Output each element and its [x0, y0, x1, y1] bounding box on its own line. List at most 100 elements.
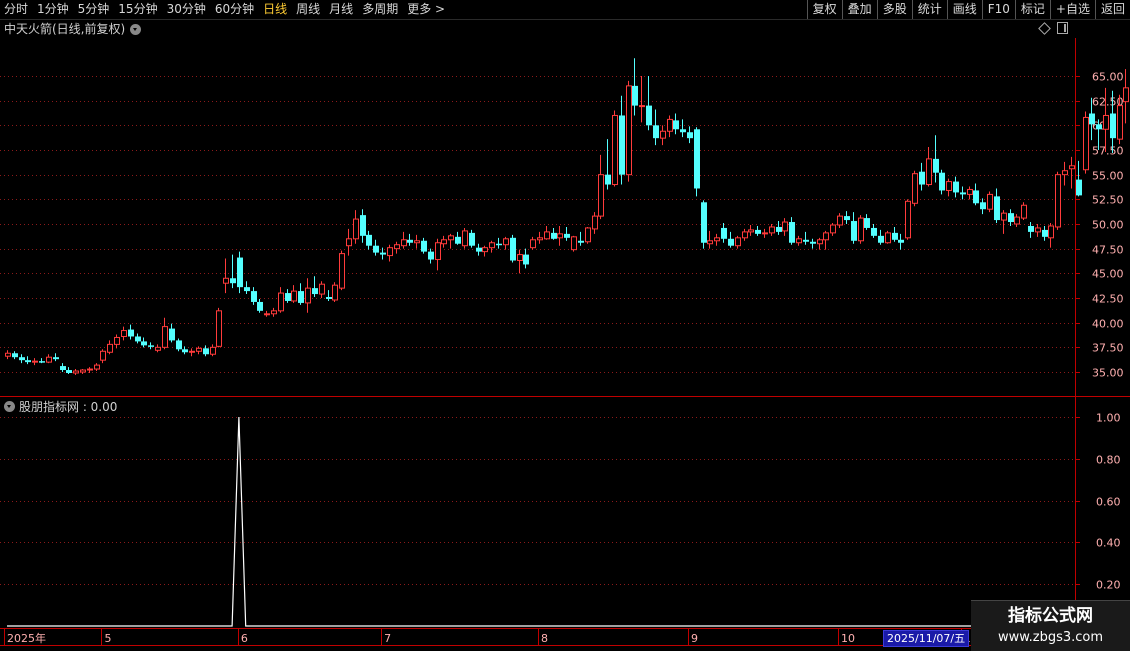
candle[interactable] [476, 243, 482, 256]
candle[interactable] [312, 276, 318, 298]
candle[interactable] [1083, 111, 1089, 174]
candle[interactable] [1021, 202, 1027, 221]
candle[interactable] [332, 282, 338, 302]
candle[interactable] [257, 298, 263, 313]
candle[interactable] [210, 344, 216, 357]
candle[interactable] [605, 139, 611, 190]
candle[interactable] [60, 363, 66, 372]
candle[interactable] [851, 212, 857, 244]
candle[interactable] [735, 235, 741, 249]
candle[interactable] [994, 188, 1000, 224]
candle[interactable] [510, 234, 516, 263]
candle[interactable] [755, 225, 761, 236]
candle[interactable] [571, 235, 577, 252]
candle[interactable] [19, 354, 25, 364]
candle[interactable] [598, 154, 604, 220]
candle[interactable] [12, 351, 18, 360]
candle[interactable] [5, 350, 11, 360]
candle[interactable] [489, 240, 495, 253]
candle[interactable] [858, 215, 864, 244]
candle[interactable] [646, 76, 652, 131]
candle[interactable] [885, 230, 891, 244]
candle[interactable] [394, 241, 400, 254]
candle[interactable] [687, 126, 693, 144]
candle[interactable] [441, 235, 447, 248]
candle[interactable] [980, 198, 986, 215]
candle[interactable] [1062, 161, 1068, 186]
candle[interactable] [694, 127, 700, 197]
candle[interactable] [769, 224, 775, 236]
candle[interactable] [360, 209, 366, 243]
candle[interactable] [39, 358, 45, 364]
candle[interactable] [435, 238, 441, 271]
candle[interactable] [864, 214, 870, 230]
candle[interactable] [285, 289, 291, 303]
candle[interactable] [1008, 209, 1014, 226]
candle[interactable] [919, 162, 925, 191]
candle[interactable] [762, 228, 768, 238]
candle[interactable] [387, 244, 393, 262]
candle[interactable] [530, 236, 536, 250]
candle[interactable] [796, 235, 802, 246]
candle[interactable] [1035, 224, 1041, 237]
candle[interactable] [1123, 69, 1129, 124]
candle[interactable] [128, 324, 134, 340]
candle[interactable] [714, 233, 720, 246]
candle[interactable] [66, 367, 72, 374]
candle[interactable] [905, 199, 911, 240]
candle[interactable] [121, 326, 127, 341]
candle[interactable] [373, 239, 379, 256]
candle[interactable] [271, 307, 277, 317]
candle[interactable] [176, 338, 182, 352]
candle[interactable] [748, 224, 754, 236]
candle[interactable] [469, 229, 475, 248]
candle[interactable] [939, 169, 945, 195]
candle[interactable] [428, 248, 434, 264]
candle[interactable] [789, 217, 795, 245]
candle[interactable] [953, 176, 959, 198]
candle[interactable] [503, 236, 509, 250]
candle[interactable] [810, 238, 816, 249]
candle[interactable] [871, 224, 877, 238]
candle[interactable] [680, 119, 686, 138]
candle[interactable] [660, 125, 666, 146]
candle[interactable] [523, 248, 529, 269]
candle[interactable] [482, 245, 488, 257]
candle[interactable] [305, 278, 311, 313]
candle[interactable] [182, 346, 188, 355]
candle[interactable] [141, 337, 147, 348]
candle[interactable] [707, 230, 713, 249]
candle[interactable] [960, 186, 966, 200]
candle[interactable] [203, 345, 209, 357]
candle[interactable] [973, 183, 979, 206]
candle[interactable] [776, 221, 782, 235]
candle[interactable] [278, 287, 284, 313]
candle[interactable] [742, 228, 748, 241]
candle[interactable] [264, 310, 270, 317]
candle[interactable] [721, 223, 727, 243]
candle[interactable] [837, 213, 843, 228]
candle[interactable] [496, 237, 502, 249]
candle[interactable] [421, 237, 427, 254]
candle[interactable] [223, 258, 229, 294]
candle[interactable] [1014, 214, 1020, 227]
candle[interactable] [251, 287, 257, 305]
candle[interactable] [926, 147, 932, 187]
stock-chart[interactable]: 65.0062.5060.0057.5055.0052.5050.0047.50… [0, 0, 1130, 650]
candle[interactable] [25, 356, 31, 365]
candle[interactable] [162, 317, 168, 350]
candle[interactable] [612, 110, 618, 187]
candle[interactable] [632, 58, 638, 116]
candle[interactable] [987, 191, 993, 213]
candle[interactable] [114, 334, 120, 349]
candle[interactable] [1042, 225, 1048, 241]
candle[interactable] [782, 218, 788, 236]
candle[interactable] [1076, 160, 1082, 197]
candle[interactable] [169, 323, 175, 343]
candle[interactable] [1048, 223, 1054, 248]
candle[interactable] [1069, 156, 1075, 189]
candle[interactable] [46, 354, 52, 364]
candle[interactable] [448, 233, 454, 249]
candle[interactable] [898, 233, 904, 250]
candle[interactable] [216, 307, 222, 348]
